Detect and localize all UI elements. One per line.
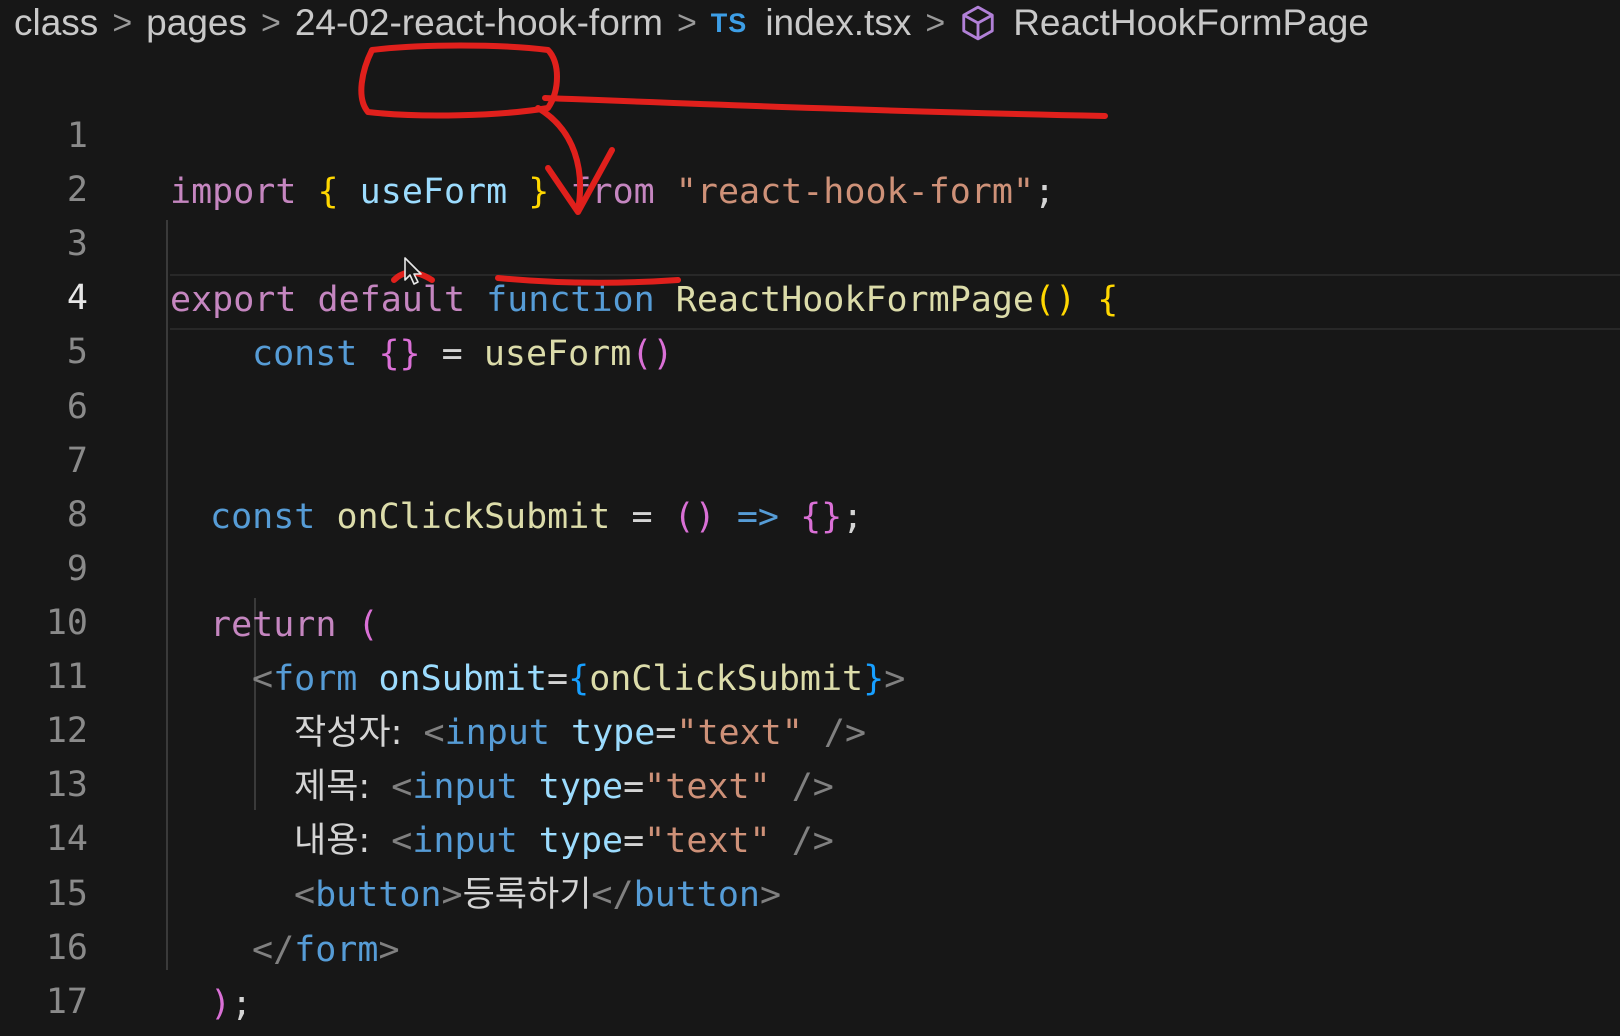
code-line: 17 }: [0, 918, 1620, 1022]
code-line: 15 </form>: [0, 810, 1620, 970]
cube-icon: [962, 5, 994, 41]
breadcrumb-separator: >: [260, 3, 281, 42]
code-line: 14 <button>등록하기</button>: [0, 755, 1620, 915]
code-line: 7 const onClickSubmit = () => {};: [0, 377, 1620, 537]
code-line-active: 4 const {} = useForm(): [0, 214, 1620, 374]
typescript-icon: TS: [710, 7, 748, 38]
code-line: 18: [0, 972, 1620, 1028]
breadcrumb-item-class[interactable]: class: [14, 2, 98, 44]
code-line: 16 );: [0, 864, 1620, 1024]
code-line: 12 제목: <input type="text" />: [0, 647, 1620, 807]
mouse-cursor-icon: [404, 257, 422, 285]
code-editor-screen: { "breadcrumb": { "items": ["class", "pa…: [0, 0, 1620, 1036]
code-text: }: [170, 1030, 191, 1036]
code-line: 5: [0, 268, 1620, 372]
code-line: 6: [0, 323, 1620, 427]
breadcrumb-separator: >: [676, 3, 697, 42]
code-editor[interactable]: 1 import { useForm } from "react-hook-fo…: [0, 52, 1620, 1036]
line-number: 18: [8, 1028, 88, 1036]
code-line: 8: [0, 431, 1620, 535]
breadcrumb-item-pages[interactable]: pages: [146, 2, 247, 44]
breadcrumb: class > pages > 24-02-react-hook-form > …: [14, 0, 1369, 46]
code-line: 3 export default function ReactHookFormP…: [0, 160, 1620, 320]
code-line: 9 return (: [0, 485, 1620, 645]
breadcrumb-separator: >: [112, 3, 133, 42]
code-line: 2: [0, 106, 1620, 210]
code-line: 10 <form onSubmit={onClickSubmit}>: [0, 539, 1620, 699]
breadcrumb-item-file[interactable]: index.tsx: [765, 2, 911, 44]
code-line: 1 import { useForm } from "react-hook-fo…: [0, 52, 1620, 212]
code-line: 11 작성자: <input type="text" />: [0, 593, 1620, 753]
code-line: 13 내용: <input type="text" />: [0, 701, 1620, 861]
breadcrumb-item-folder[interactable]: 24-02-react-hook-form: [295, 2, 663, 44]
breadcrumb-item-symbol[interactable]: ReactHookFormPage: [1013, 2, 1369, 44]
breadcrumb-separator: >: [925, 3, 946, 42]
